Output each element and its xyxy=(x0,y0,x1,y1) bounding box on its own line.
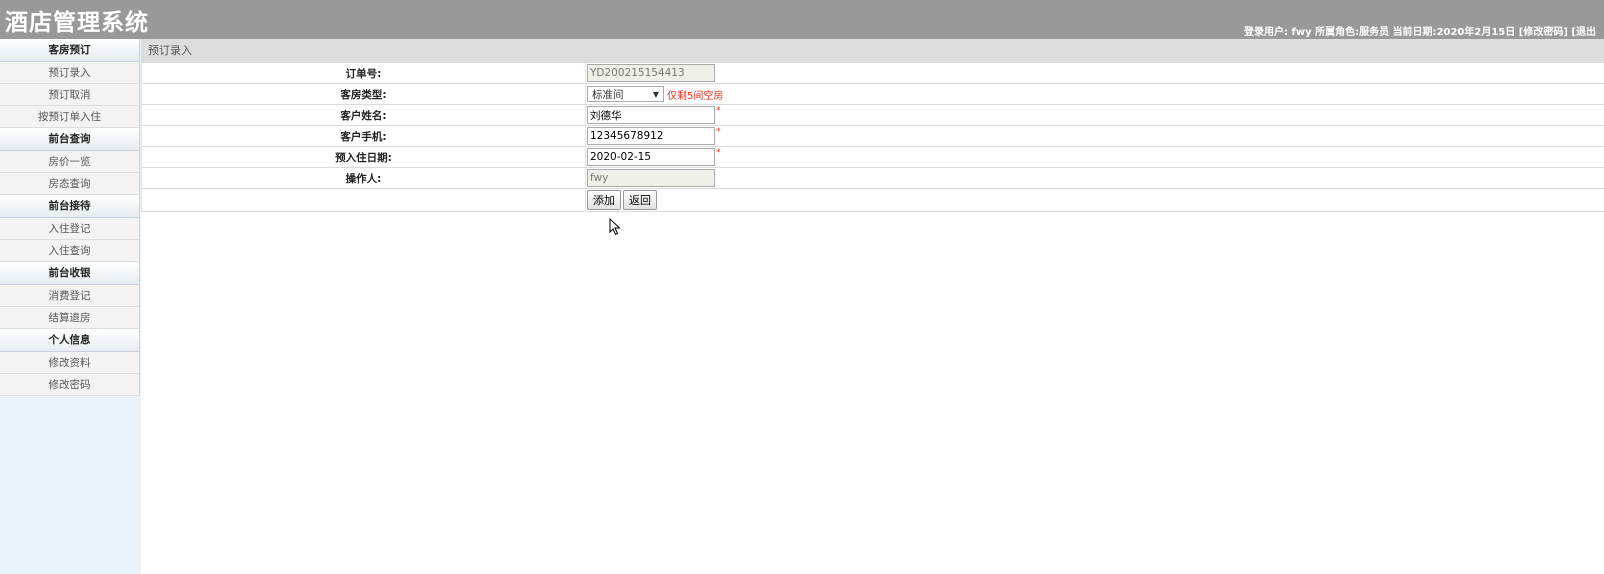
sidebar-item-consumption-register[interactable]: 消费登记 xyxy=(0,285,140,307)
sidebar-group-personal-info[interactable]: 个人信息 xyxy=(0,329,140,352)
order-no-label: 订单号: xyxy=(141,63,586,84)
sidebar-item-booking-entry[interactable]: 预订录入 xyxy=(0,62,140,84)
room-type-select[interactable]: 标准间 ▼ xyxy=(587,86,664,102)
role-value: 服务员 xyxy=(1359,27,1390,38)
sidebar-item-room-prices[interactable]: 房价一览 xyxy=(0,151,140,173)
form-row-actions: 添加 返回 xyxy=(141,188,1604,212)
operator-label: 操作人: xyxy=(141,167,586,189)
customer-name-label: 客户姓名: xyxy=(141,104,586,126)
required-mark: * xyxy=(716,127,721,137)
sidebar-item-checkin-query[interactable]: 入住查询 xyxy=(0,240,140,262)
sidebar-item-checkout[interactable]: 结算退房 xyxy=(0,307,140,329)
add-button[interactable]: 添加 xyxy=(587,190,621,210)
sidebar-group-front-reception[interactable]: 前台接待 xyxy=(0,195,140,218)
date-label: 当前日期: xyxy=(1392,27,1437,38)
checkin-date-label: 预入住日期: xyxy=(141,146,586,168)
sidebar-group-cashier[interactable]: 前台收银 xyxy=(0,262,140,285)
required-mark: * xyxy=(716,106,721,116)
customer-name-field[interactable] xyxy=(587,106,715,124)
sidebar-group-front-query[interactable]: 前台查询 xyxy=(0,128,140,151)
room-type-selected-value: 标准间 xyxy=(592,88,624,101)
form-row-room-type: 客房类型: 标准间 ▼ 仅剩5间空房 xyxy=(141,83,1604,105)
header: 酒店管理系统 登录用户: fwy 所属角色:服务员 当前日期:2020年2月15… xyxy=(0,0,1604,39)
order-no-field[interactable] xyxy=(587,64,715,82)
change-password-link[interactable]: [修改密码] xyxy=(1519,27,1568,38)
customer-phone-label: 客户手机: xyxy=(141,125,586,147)
vacancy-note: 仅剩5间空房 xyxy=(667,90,724,102)
date-value: 2020年2月15日 xyxy=(1436,27,1516,38)
operator-field[interactable] xyxy=(587,169,715,187)
user-label: 登录用户: xyxy=(1244,27,1288,38)
user-info-bar: 登录用户: fwy 所属角色:服务员 当前日期:2020年2月15日 [修改密码… xyxy=(1244,23,1596,38)
chevron-down-icon: ▼ xyxy=(652,89,659,99)
form-row-operator: 操作人: xyxy=(141,167,1604,189)
role-label: 所属角色: xyxy=(1315,27,1360,38)
user-name: fwy xyxy=(1291,27,1312,38)
sidebar-item-checkin-by-booking[interactable]: 按预订单入住 xyxy=(0,106,140,128)
form-row-customer-name: 客户姓名: * xyxy=(141,104,1604,126)
checkin-date-field[interactable] xyxy=(587,148,715,166)
required-mark: * xyxy=(716,148,721,158)
breadcrumb: 预订录入 xyxy=(141,39,1604,63)
mouse-pointer-icon xyxy=(609,218,621,236)
logout-link[interactable]: [退出 xyxy=(1571,27,1596,38)
sidebar: 客房预订 预订录入 预订取消 按预订单入住 前台查询 房价一览 房态查询 前台接… xyxy=(0,39,141,574)
form-row-order-no: 订单号: xyxy=(141,63,1604,84)
booking-form: 订单号: 客房类型: 标准间 ▼ 仅剩5间空房 客户姓名: * 客户手机: * xyxy=(141,63,1604,212)
app-title: 酒店管理系统 xyxy=(5,10,149,36)
form-row-customer-phone: 客户手机: * xyxy=(141,125,1604,147)
customer-phone-field[interactable] xyxy=(587,127,715,145)
sidebar-group-room-booking[interactable]: 客房预订 xyxy=(0,39,140,62)
main-content: 预订录入 订单号: 客房类型: 标准间 ▼ 仅剩5间空房 客户姓名: * 客户手… xyxy=(141,39,1604,574)
sidebar-item-checkin-register[interactable]: 入住登记 xyxy=(0,218,140,240)
sidebar-item-room-status[interactable]: 房态查询 xyxy=(0,173,140,195)
room-type-label: 客房类型: xyxy=(141,83,586,105)
back-button[interactable]: 返回 xyxy=(623,190,657,210)
form-row-checkin-date: 预入住日期: * xyxy=(141,146,1604,168)
sidebar-item-edit-profile[interactable]: 修改资料 xyxy=(0,352,140,374)
sidebar-item-change-password[interactable]: 修改密码 xyxy=(0,374,140,396)
sidebar-item-booking-cancel[interactable]: 预订取消 xyxy=(0,84,140,106)
